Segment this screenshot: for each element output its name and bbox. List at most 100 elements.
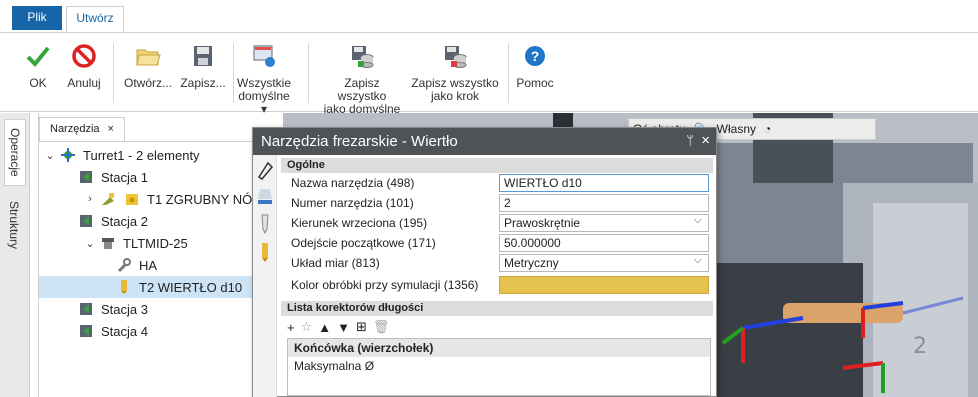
tree-node-label: TLTMID-25: [123, 235, 188, 251]
menu-create[interactable]: Utwórz: [66, 6, 124, 33]
open-label: Otwórz...: [123, 76, 172, 90]
prop-label: Układ miar (813): [291, 256, 380, 270]
station-icon: [77, 213, 95, 229]
tree-node-label: Turret1 - 2 elementy: [83, 147, 200, 163]
ok-button[interactable]: OK: [24, 43, 52, 90]
prop-label: Odejście początkowe (171): [291, 236, 436, 250]
dialog-title: Narzędzia frezarskie - Wiertło: [261, 133, 458, 150]
shank-icon[interactable]: [256, 213, 274, 235]
dialog-side-toolbar: [253, 155, 277, 397]
save-all-default-label-1: Zapisz wszystko: [337, 76, 387, 103]
sim-color-picker[interactable]: [499, 276, 709, 294]
initial-offset-input[interactable]: 50.000000: [499, 234, 709, 252]
save-all-as-step-button[interactable]: Zapisz wszystko jako krok: [410, 43, 500, 103]
database-save-icon: [352, 46, 374, 68]
save-button[interactable]: Zapisz...: [178, 43, 228, 90]
floppy-disk-icon: [194, 46, 212, 66]
length-offsets-section-header: Lista korektorów długości: [281, 301, 713, 316]
drill-bit-icon[interactable]: [256, 241, 274, 263]
ribbon-separator: [508, 43, 509, 103]
tab-tools-label: Narzędzia: [50, 123, 100, 135]
pin-icon[interactable]: ᛘ: [686, 133, 694, 148]
all-defaults-button[interactable]: Wszystkie domyślne ▾: [236, 43, 292, 116]
prohibited-icon: [72, 44, 96, 68]
tool-folder-icon: [123, 191, 141, 207]
save-label: Zapisz...: [180, 76, 226, 90]
holder-shape-icon[interactable]: [256, 185, 274, 207]
station-icon: [77, 169, 95, 185]
tool-name-input[interactable]: WIERTŁO d10: [499, 174, 709, 192]
tab-tools[interactable]: Narzędzia ×: [39, 117, 125, 141]
folder-icon: [136, 49, 161, 66]
list-header: Końcówka (wierzchołek): [288, 339, 710, 357]
ribbon-separator: [308, 43, 309, 103]
tab-structures[interactable]: Struktury: [4, 193, 24, 257]
delete-icon[interactable]: 🗑: [373, 319, 390, 335]
offsets-toolbar: + ☆ ▲ ▼ ⊞ 🗑: [281, 316, 713, 338]
menu-bar: Plik Utwórz: [0, 0, 978, 33]
prop-row: Nazwa narzędzia (498) WIERTŁO d10: [281, 173, 713, 193]
ribbon-separator: [113, 43, 114, 103]
save-all-as-default-button[interactable]: Zapisz wszystko jako domyślne: [320, 43, 404, 116]
menu-file[interactable]: Plik: [12, 6, 62, 30]
svg-text:?: ?: [531, 48, 540, 64]
prop-row: Układ miar (813) Metryczny: [281, 253, 713, 273]
list-item[interactable]: Maksymalna Ø: [288, 357, 710, 375]
help-icon: ?: [525, 46, 545, 66]
tree-node-station[interactable]: Stacja 3: [75, 298, 148, 320]
unit-system-select[interactable]: Metryczny: [499, 254, 709, 272]
general-section-header: Ogólne: [281, 158, 713, 173]
tree-node-drill[interactable]: T2 WIERTŁO d10: [39, 276, 284, 298]
tools-tree: ⌄ Turret1 - 2 elementy Stacja 1 › T1 ZGR…: [39, 141, 284, 397]
prop-row: Odejście początkowe (171) 50.000000: [281, 233, 713, 253]
tree-node-holder-part[interactable]: HA: [113, 254, 157, 276]
chevron-down-icon[interactable]: ⌄: [83, 237, 97, 250]
turret-icon: [59, 147, 77, 163]
tree-node-station[interactable]: Stacja 4: [75, 320, 148, 342]
tool-number-input[interactable]: 2: [499, 194, 709, 212]
rough-tool-icon: [99, 191, 117, 207]
chevron-right-icon[interactable]: ›: [83, 193, 97, 205]
help-label: Pomoc: [516, 76, 554, 90]
star-icon[interactable]: ☆: [301, 319, 313, 335]
tree-node-station[interactable]: Stacja 1: [75, 166, 148, 188]
list-options-icon[interactable]: ⊞: [356, 319, 367, 335]
tree-node-tool[interactable]: › T1 ZGRUBNY NÓŻ: [83, 188, 260, 210]
ribbon: OK Anuluj Otwórz... Zapisz... Wszystkie …: [0, 32, 978, 116]
offsets-list: Końcówka (wierzchołek) Maksymalna Ø: [287, 338, 711, 396]
ok-label: OK: [29, 76, 47, 90]
move-down-icon[interactable]: ▼: [337, 320, 350, 335]
ribbon-separator: [233, 43, 234, 103]
tab-operations[interactable]: Operacje: [4, 119, 26, 186]
station-icon: [77, 301, 95, 317]
tool-edit-icon[interactable]: [256, 159, 274, 181]
close-icon[interactable]: ×: [108, 123, 114, 135]
tree-node-holder[interactable]: ⌄ TLTMID-25: [83, 232, 188, 254]
holder-icon: [99, 235, 117, 251]
move-up-icon[interactable]: ▲: [318, 320, 331, 335]
chevron-down-icon[interactable]: ⌄: [43, 149, 57, 162]
prop-row: Kierunek wrzeciona (195) Prawoskrętnie: [281, 213, 713, 233]
side-tabs: Operacje Struktury: [0, 113, 30, 397]
add-icon[interactable]: +: [287, 320, 295, 335]
open-button[interactable]: Otwórz...: [122, 43, 174, 90]
tree-node-label: T2 WIERTŁO d10: [139, 279, 243, 295]
cancel-label: Anuluj: [67, 76, 101, 90]
prop-row: Numer narzędzia (101) 2: [281, 193, 713, 213]
tree-node-station[interactable]: Stacja 2: [75, 210, 148, 232]
prop-label: Numer narzędzia (101): [291, 196, 414, 210]
database-step-icon: [445, 46, 467, 68]
cancel-button[interactable]: Anuluj: [64, 43, 104, 90]
prop-label: Kierunek wrzeciona (195): [291, 216, 428, 230]
help-button[interactable]: ? Pomoc: [514, 43, 556, 90]
close-icon[interactable]: ×: [701, 132, 710, 149]
save-all-step-label-2: jako krok: [430, 89, 480, 103]
dialog-title-bar[interactable]: Narzędzia frezarskie - Wiertło ᛘ ×: [253, 128, 716, 155]
spindle-direction-select[interactable]: Prawoskrętnie: [499, 214, 709, 232]
prop-label: Nazwa narzędzia (498): [291, 176, 415, 190]
checkmark-icon: [26, 46, 50, 67]
camera-icon[interactable]: ◔: [764, 122, 771, 136]
drill-icon: [115, 279, 133, 295]
custom-view-button[interactable]: Własny: [717, 122, 756, 136]
tree-node-turret[interactable]: ⌄ Turret1 - 2 elementy: [43, 144, 200, 166]
